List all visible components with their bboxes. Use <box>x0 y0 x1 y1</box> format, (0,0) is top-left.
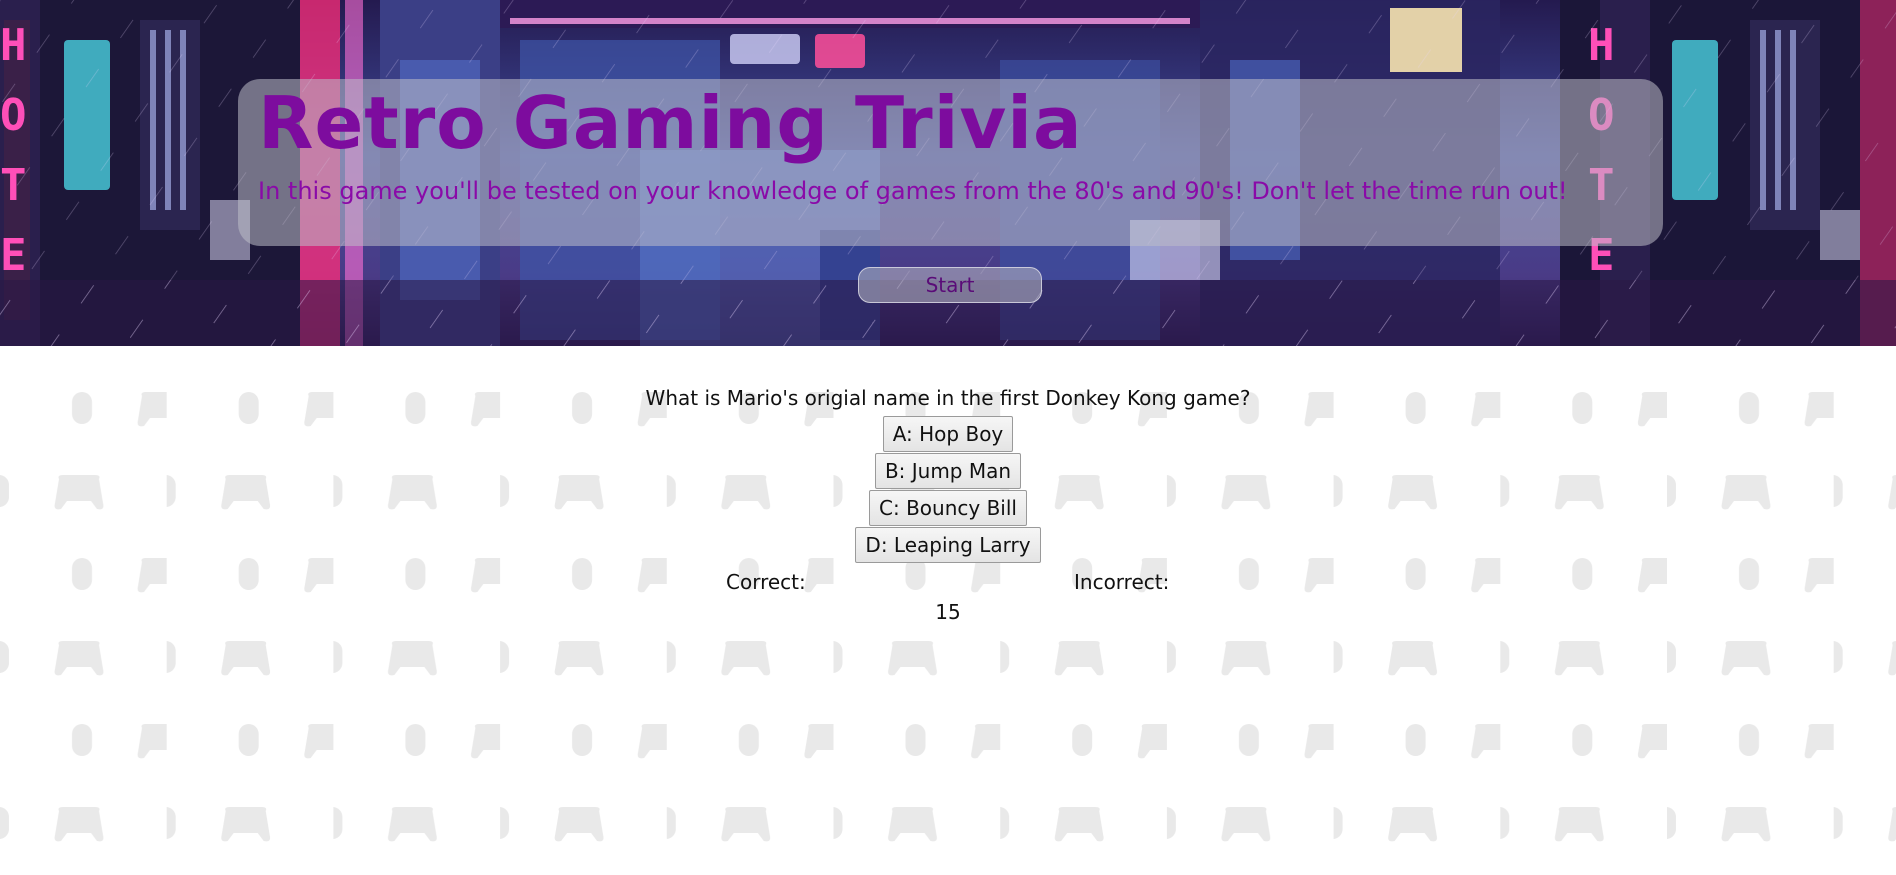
answer-button-a[interactable]: A: Hop Boy <box>882 416 1014 452</box>
quiz-area: What is Mario's origial name in the firs… <box>0 346 1896 875</box>
answer-list: A: Hop Boy B: Jump Man C: Bouncy Bill D:… <box>0 416 1896 564</box>
page-title: Retro Gaming Trivia <box>258 81 1083 165</box>
incorrect-score-label: Incorrect: <box>1074 570 1170 594</box>
correct-score-label: Correct: <box>726 570 806 594</box>
question-text: What is Mario's origial name in the firs… <box>645 386 1251 410</box>
answer-button-c[interactable]: C: Bouncy Bill <box>869 490 1027 526</box>
page-subtitle: In this game you'll be tested on your kn… <box>258 177 1568 205</box>
answer-button-d[interactable]: D: Leaping Larry <box>855 527 1041 563</box>
start-button[interactable]: Start <box>858 267 1042 303</box>
title-panel: Retro Gaming Trivia In this game you'll … <box>238 79 1663 246</box>
timer-value: 15 <box>935 600 961 624</box>
answer-button-b[interactable]: B: Jump Man <box>874 453 1022 489</box>
hero-banner: H O T E H O T E <box>0 0 1896 346</box>
